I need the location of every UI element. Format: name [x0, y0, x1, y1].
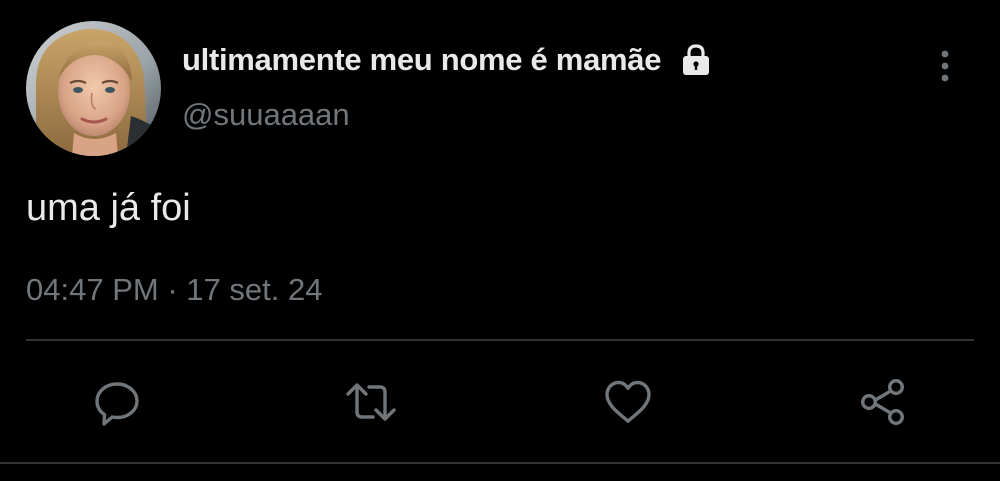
bottom-divider: [0, 462, 1000, 464]
tweet-text: uma já foi: [26, 187, 191, 229]
retweet-button[interactable]: [346, 377, 396, 427]
share-button[interactable]: [858, 377, 908, 427]
more-vertical-icon[interactable]: [930, 45, 960, 87]
user-handle[interactable]: @suuaaaan: [182, 97, 350, 133]
display-name-row: ultimamente meu nome é mamãe: [182, 40, 714, 80]
tweet-meta: 04:47 PM · 17 set. 24: [26, 272, 322, 308]
divider: [26, 339, 974, 341]
retweet-icon: [346, 377, 396, 427]
like-button[interactable]: [603, 377, 653, 427]
tweet-time[interactable]: 04:47 PM: [26, 272, 159, 307]
avatar-image: [26, 21, 161, 156]
reply-icon: [92, 377, 142, 427]
tweet-date[interactable]: 17 set. 24: [186, 272, 322, 307]
share-icon: [858, 377, 908, 427]
reply-button[interactable]: [92, 377, 142, 427]
like-heart-icon: [603, 377, 653, 427]
meta-separator: ·: [167, 272, 178, 307]
display-name[interactable]: ultimamente meu nome é mamãe: [182, 42, 661, 78]
avatar[interactable]: [26, 21, 161, 156]
lock-icon: [678, 42, 714, 78]
